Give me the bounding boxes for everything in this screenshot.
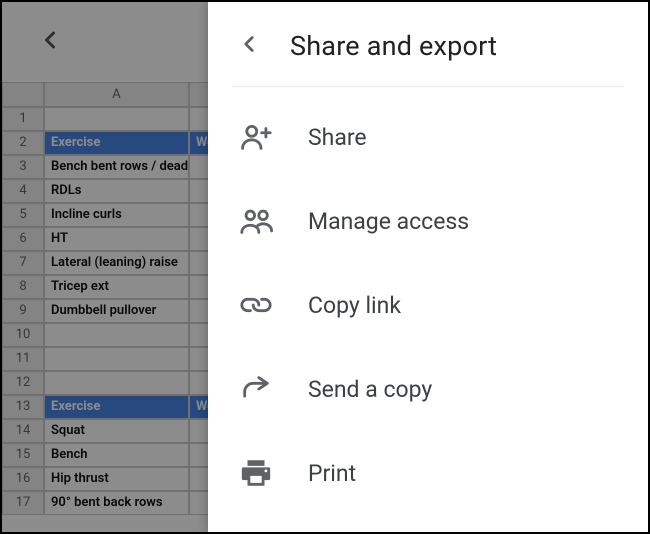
menu-item-label: Copy link [308, 292, 401, 319]
menu-item-print[interactable]: Print [208, 431, 648, 515]
link-icon [238, 287, 274, 323]
share-export-panel: Share and export Share [208, 2, 648, 532]
menu-item-label: Print [308, 460, 356, 487]
chevron-left-icon [236, 42, 262, 61]
people-icon [238, 203, 274, 239]
menu-item-manage-access[interactable]: Manage access [208, 179, 648, 263]
menu-item-label: Manage access [308, 208, 469, 235]
menu-item-label: Send a copy [308, 376, 432, 403]
menu-item-copy-link[interactable]: Copy link [208, 263, 648, 347]
printer-icon [238, 455, 274, 491]
panel-menu: Share Manage access Copy link [208, 95, 648, 515]
panel-back-button[interactable] [236, 31, 262, 61]
panel-header: Share and export [208, 2, 648, 86]
person-plus-icon [238, 119, 274, 155]
menu-item-label: Share [308, 124, 367, 151]
divider [232, 86, 624, 87]
menu-item-send-copy[interactable]: Send a copy [208, 347, 648, 431]
menu-item-share[interactable]: Share [208, 95, 648, 179]
panel-title: Share and export [290, 30, 497, 62]
share-arrow-icon [238, 371, 274, 407]
